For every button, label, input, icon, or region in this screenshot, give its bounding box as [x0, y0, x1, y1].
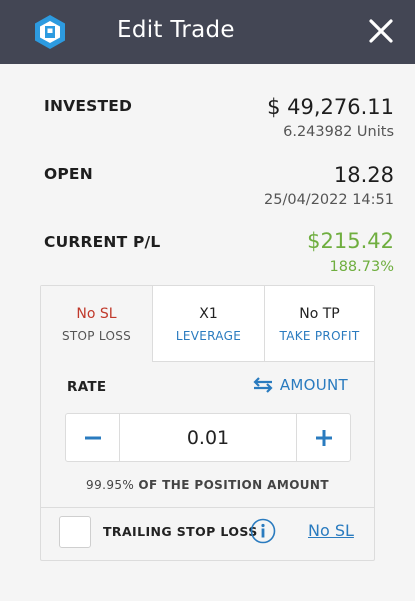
- invested-label: INVESTED: [44, 97, 133, 115]
- position-hint-text: OF THE POSITION AMOUNT: [138, 478, 329, 492]
- trade-settings-panel: No SL STOP LOSS X1 LEVERAGE No TP TAKE P…: [40, 285, 375, 561]
- tab-take-profit-value: No TP: [299, 306, 340, 322]
- current-pl-value: $215.42: [307, 229, 394, 253]
- tab-leverage-value: X1: [199, 306, 218, 322]
- current-pl-percent: 188.73%: [329, 259, 394, 275]
- page-title: Edit Trade: [117, 17, 235, 43]
- tab-stop-loss-label: STOP LOSS: [61, 329, 132, 343]
- invested-units: 6.243982 Units: [283, 124, 394, 140]
- open-rate-value: 18.28: [333, 163, 394, 187]
- no-sl-link[interactable]: No SL: [308, 521, 354, 540]
- tab-stop-loss-value: No SL: [76, 306, 117, 322]
- decrease-button[interactable]: [66, 414, 120, 461]
- amount-toggle-button[interactable]: AMOUNT: [252, 376, 348, 394]
- tab-stop-loss[interactable]: No SL STOP LOSS: [41, 286, 153, 362]
- tab-take-profit[interactable]: No TP TAKE PROFIT: [265, 286, 374, 362]
- rate-label: RATE: [67, 379, 107, 395]
- divider: [41, 507, 374, 508]
- open-date: 25/04/2022 14:51: [264, 192, 394, 208]
- top-bar: Edit Trade: [0, 0, 415, 64]
- amount-toggle-label: AMOUNT: [279, 376, 348, 394]
- settings-tabs: No SL STOP LOSS X1 LEVERAGE No TP TAKE P…: [41, 286, 374, 362]
- swap-arrows-icon: [253, 377, 273, 393]
- trailing-stop-loss-label: TRAILING STOP LOSS: [103, 524, 258, 539]
- tab-leverage-label: LEVERAGE: [175, 329, 242, 343]
- rate-stepper: [65, 413, 351, 462]
- minus-icon: [84, 436, 101, 439]
- open-label: OPEN: [44, 165, 93, 183]
- plus-icon: [315, 429, 332, 446]
- position-amount-hint: 99.95% OF THE POSITION AMOUNT: [41, 478, 374, 492]
- current-pl-label: CURRENT P/L: [44, 233, 161, 251]
- tab-leverage[interactable]: X1 LEVERAGE: [153, 286, 265, 362]
- close-icon[interactable]: [366, 16, 396, 46]
- rate-input[interactable]: [121, 414, 295, 461]
- position-percent: 99.95%: [86, 478, 135, 492]
- info-icon[interactable]: [250, 518, 276, 544]
- trailing-stop-loss-checkbox[interactable]: [59, 516, 91, 548]
- tab-take-profit-label: TAKE PROFIT: [279, 329, 360, 343]
- invested-value: $ 49,276.11: [267, 95, 394, 119]
- increase-button[interactable]: [296, 414, 350, 461]
- platform-logo-icon: [35, 15, 65, 49]
